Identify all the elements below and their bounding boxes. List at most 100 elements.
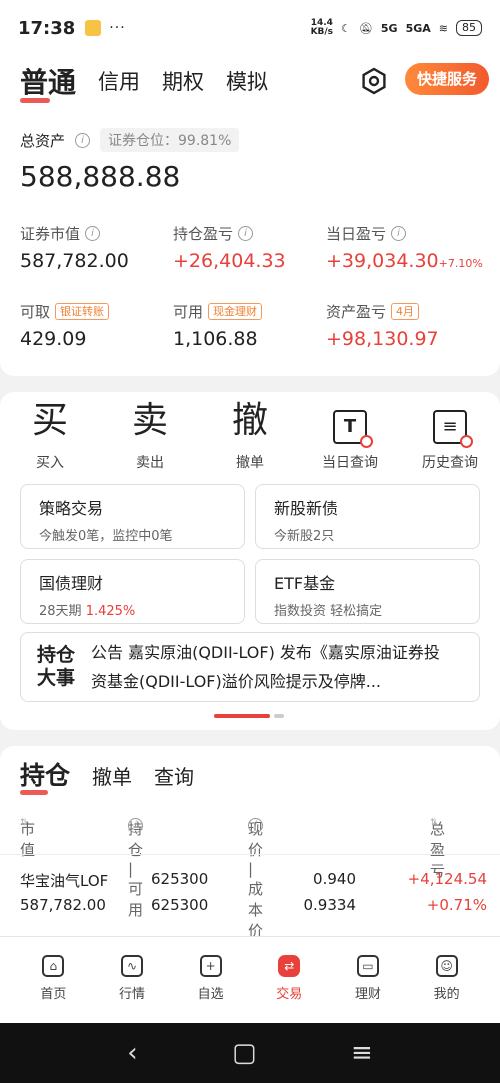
treasury-bond-card[interactable]: 国债理财 28天期 1.425% [20, 559, 245, 624]
page-dot [274, 714, 284, 718]
nav-trade[interactable]: ⇄ 交易 [250, 937, 328, 1023]
info-icon[interactable]: i [248, 818, 263, 833]
withdrawable-label: 可取 [20, 302, 51, 321]
nav-home[interactable]: ⌂ 首页 [14, 937, 92, 1023]
tab-credit[interactable]: 信用 [98, 66, 140, 96]
nav-trade-label: 交易 [276, 987, 303, 1002]
total-assets-label: 总资产 [20, 131, 66, 150]
stock-name: 华宝油气LOF [20, 872, 109, 890]
strategy-trading-card[interactable]: 策略交易 今触发0笔，监控中0笔 [20, 484, 245, 549]
cancel-order-button[interactable]: 撤 撤单 [200, 400, 300, 472]
bond-title: 国债理财 [39, 574, 104, 593]
daily-pl-label: 当日盈亏 [326, 224, 387, 243]
buy-label: 买入 [36, 455, 64, 471]
nav-profile-label: 我的 [433, 987, 460, 1002]
status-bar: 17:38 ··· 14.4 KB/s ☾ 🔕︎ 5G 5GA ≋ 85 [0, 0, 500, 56]
tab-normal[interactable]: 普通 [20, 61, 76, 103]
sell-button[interactable]: 卖 卖出 [100, 400, 200, 472]
user-icon: ☺ [435, 955, 458, 977]
sort-icon: ⇅ [20, 818, 28, 828]
nav-wealth[interactable]: ▭ 理财 [329, 937, 407, 1023]
tab-simulation[interactable]: 模拟 [226, 66, 268, 96]
strategy-title: 策略交易 [39, 499, 104, 518]
history-query-button[interactable]: ≡ 历史查询 [400, 400, 500, 472]
news-logo-line2: 大事 [36, 667, 75, 689]
sell-label: 卖出 [136, 455, 164, 471]
news-logo-line1: 持仓 [36, 644, 75, 666]
plus-icon: + [199, 955, 222, 977]
available-cell: 可用 现金理财 1,106.88 [173, 300, 326, 350]
tab-holdings[interactable]: 持仓 [20, 756, 70, 795]
notification-icon [85, 20, 102, 36]
cancel-order-icon: 撤 [231, 400, 268, 441]
swap-icon: ⇄ [278, 955, 301, 977]
bottom-navigation: ⌂ 首页 ∿ 行情 + 自选 ⇄ 交易 ▭ 理财 ☺ 我的 [0, 936, 500, 1023]
tab-query[interactable]: 查询 [154, 761, 194, 790]
battery-icon: 85 [456, 20, 482, 36]
info-icon[interactable]: i [128, 818, 143, 833]
tab-cancel-orders[interactable]: 撤单 [92, 761, 132, 790]
row-total-pl-percent: +0.71% [426, 896, 487, 914]
new-stock-bond-card[interactable]: 新股新债 今新股2只 [255, 484, 480, 549]
tab-options[interactable]: 期权 [162, 66, 204, 96]
sell-icon: 卖 [131, 400, 168, 441]
withdrawable-value: 429.09 [20, 328, 87, 350]
nav-profile[interactable]: ☺ 我的 [408, 937, 486, 1023]
holdings-table-header: 市值 ⇅ 持仓 | 可用 i 现价 | 成本价 i 总盈亏 ⇅ [20, 818, 480, 940]
sort-icon: ⇅ [430, 818, 438, 828]
history-query-label: 历史查询 [422, 455, 478, 471]
market-value-label: 证券市值 [20, 224, 81, 243]
etf-title: ETF基金 [274, 574, 336, 593]
cash-management-link[interactable]: 现金理财 [208, 302, 263, 320]
holding-pl-cell: 持仓盈亏 i +26,404.33 [173, 222, 326, 273]
wallet-icon: ▭ [356, 955, 379, 977]
new-stock-title: 新股新债 [274, 499, 339, 518]
col-price-label: 现价 | 成本价 [248, 820, 264, 940]
settings-icon[interactable] [360, 67, 388, 95]
wifi-icon: ≋ [438, 21, 448, 35]
bank-transfer-link[interactable]: 银证转账 [55, 302, 110, 320]
quick-service-button[interactable]: 快捷服务 [405, 63, 490, 95]
info-icon[interactable]: i [85, 225, 101, 241]
nav-watchlist-label: 自选 [197, 987, 224, 1002]
buy-icon: 买 [31, 400, 68, 441]
info-icon[interactable]: i [75, 132, 91, 148]
etf-subtitle: 指数投资 轻松搞定 [274, 604, 383, 619]
news-text: 公告 嘉实原油(QDII-LOF) 发布《嘉实原油证券投资基金(QDII-LOF… [91, 643, 440, 691]
info-icon[interactable]: i [238, 225, 254, 241]
etf-fund-card[interactable]: ETF基金 指数投资 轻松搞定 [255, 559, 480, 624]
available-label: 可用 [173, 302, 204, 321]
moon-icon: ☾ [341, 21, 351, 35]
nav-wealth-label: 理财 [354, 987, 381, 1002]
buy-button[interactable]: 买 买入 [0, 400, 100, 472]
recents-icon[interactable]: ≡ [351, 1038, 373, 1068]
network-speed-unit: KB/s [310, 27, 334, 37]
holding-news-banner[interactable]: 持仓 大事 公告 嘉实原油(QDII-LOF) 发布《嘉实原油证券投资基金(QD… [20, 632, 480, 702]
home-square-icon[interactable]: ▢ [232, 1038, 257, 1068]
market-value: 587,782.00 [20, 250, 129, 272]
col-position-label: 持仓 | 可用 [128, 820, 144, 919]
today-query-button[interactable]: T 当日查询 [300, 400, 400, 472]
holding-pl-value: +26,404.33 [173, 250, 286, 272]
back-icon[interactable]: ‹ [127, 1038, 137, 1068]
home-icon: ⌂ [42, 955, 65, 977]
asset-pl-value: +98,130.97 [326, 328, 439, 350]
market-value-cell: 证券市值 i 587,782.00 [20, 222, 173, 273]
new-stock-subtitle: 今新股2只 [274, 529, 335, 544]
account-type-tabs: 普通 信用 期权 模拟 快捷服务 [0, 56, 500, 106]
month-selector[interactable]: 4月 [391, 302, 420, 320]
info-icon[interactable]: i [391, 225, 407, 241]
trade-actions-panel: 买 买入 卖 卖出 撤 撤单 T 当日查询 ≡ 历史查询 策略交易 今触发0笔，… [0, 392, 500, 730]
total-assets-value: 588,888.88 [20, 160, 181, 193]
cancel-order-label: 撤单 [236, 455, 264, 471]
network-speed: 14.4 KB/s [311, 19, 333, 37]
row-position: 625300 [151, 870, 209, 888]
asset-summary-card: 总资产 i 证券仓位：99.81% 588,888.88 证券市值 i 587,7… [0, 106, 500, 376]
nav-market[interactable]: ∿ 行情 [93, 937, 171, 1023]
history-query-icon: ≡ [433, 410, 473, 448]
holding-pl-label: 持仓盈亏 [173, 224, 234, 243]
daily-pl-cell: 当日盈亏 i +39,034.30+7.10% [326, 222, 483, 273]
daily-pl-value: +39,034.30 [326, 250, 439, 272]
nav-watchlist[interactable]: + 自选 [172, 937, 250, 1023]
bond-term: 28天期 [39, 604, 86, 619]
